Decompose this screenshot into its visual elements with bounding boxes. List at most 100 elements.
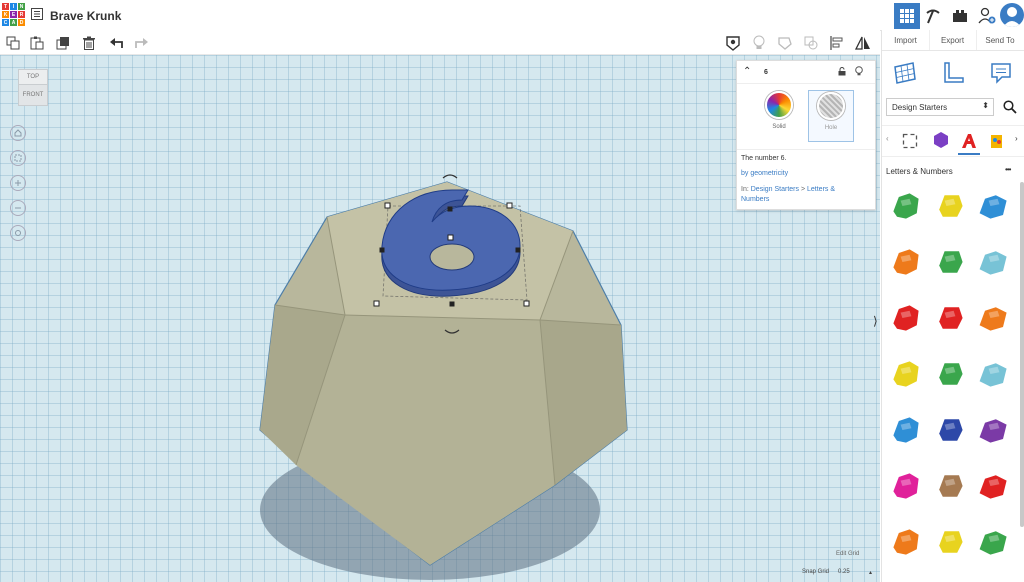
shape-tile[interactable] bbox=[974, 182, 1014, 230]
shape-tile[interactable] bbox=[974, 406, 1014, 454]
shape-tile[interactable] bbox=[974, 518, 1014, 566]
letter-p-icon bbox=[893, 473, 919, 499]
chevron-right-icon[interactable]: ⟩ bbox=[873, 314, 878, 328]
lock-icon[interactable] bbox=[838, 67, 846, 76]
snap-grid-select[interactable]: 0.25 ▴ bbox=[838, 567, 872, 577]
view-cube-top[interactable]: TOP bbox=[18, 69, 48, 85]
workplane-icon[interactable] bbox=[893, 61, 917, 85]
chevron-left-icon[interactable]: ‹ bbox=[886, 134, 889, 143]
shape-tile[interactable] bbox=[974, 294, 1014, 342]
ungroup-button[interactable] bbox=[801, 33, 821, 53]
hole-button[interactable]: Hole bbox=[808, 90, 854, 142]
shape-tile[interactable] bbox=[886, 518, 926, 566]
notes-button[interactable] bbox=[723, 33, 743, 53]
copy-button[interactable] bbox=[3, 33, 23, 53]
shape-tile[interactable] bbox=[974, 350, 1014, 398]
fit-view-button[interactable] bbox=[10, 150, 26, 166]
mirror-button[interactable] bbox=[853, 33, 873, 53]
logo-cell: I bbox=[10, 3, 17, 10]
light-button[interactable] bbox=[749, 33, 769, 53]
shape-tile[interactable] bbox=[930, 294, 970, 342]
edit-grid-link[interactable]: Edit Grid bbox=[836, 551, 859, 557]
letter-s-icon bbox=[893, 529, 919, 555]
chevron-up-icon[interactable]: ⌃ bbox=[743, 66, 751, 77]
cube-icon bbox=[15, 230, 21, 236]
logo-cell: R bbox=[18, 11, 25, 18]
ruler-icon[interactable] bbox=[941, 61, 965, 85]
snap-grid-value: 0.25 bbox=[838, 569, 850, 575]
shape-tile[interactable] bbox=[886, 182, 926, 230]
letter-e-icon bbox=[939, 251, 963, 273]
shape-tile[interactable] bbox=[886, 350, 926, 398]
path-letters-numbers-cont[interactable]: Numbers bbox=[741, 196, 769, 203]
updown-icon: ⬍ bbox=[982, 101, 989, 110]
home-icon bbox=[14, 129, 22, 137]
characters-icon[interactable] bbox=[989, 132, 1005, 150]
duplicate-icon bbox=[56, 37, 69, 50]
lightbulb-icon[interactable] bbox=[855, 66, 863, 76]
shape-tile[interactable] bbox=[930, 238, 970, 286]
shape-author-text[interactable]: by geometricity bbox=[741, 170, 788, 177]
export-button[interactable]: Export bbox=[929, 30, 977, 50]
undo-button[interactable] bbox=[106, 33, 126, 53]
hole-swatch-icon bbox=[817, 92, 845, 120]
shape-tile[interactable] bbox=[886, 406, 926, 454]
letter-h-icon bbox=[939, 307, 963, 329]
basic-shapes-icon[interactable] bbox=[902, 133, 918, 149]
delete-button[interactable] bbox=[79, 33, 99, 53]
design-title[interactable]: Brave Krunk bbox=[50, 9, 121, 23]
paste-button[interactable] bbox=[27, 33, 47, 53]
logo-cell: E bbox=[10, 11, 17, 18]
letter-u-icon bbox=[979, 531, 1007, 555]
chevron-right-icon[interactable]: › bbox=[1015, 134, 1018, 143]
shape-tile[interactable] bbox=[930, 350, 970, 398]
eye-shield-icon bbox=[726, 36, 740, 51]
letter-q-icon bbox=[939, 475, 963, 497]
more-options-icon[interactable]: ••• bbox=[1005, 165, 1011, 174]
view-cube[interactable]: TOP FRONT bbox=[18, 69, 48, 107]
search-icon[interactable] bbox=[1003, 100, 1017, 114]
path-letters-numbers[interactable]: Letters & bbox=[807, 186, 835, 193]
note-icon[interactable] bbox=[989, 61, 1013, 85]
solid-button[interactable]: Solid bbox=[757, 91, 801, 141]
perspective-button[interactable] bbox=[10, 225, 26, 241]
view-cube-front[interactable]: FRONT bbox=[18, 85, 48, 106]
shape-tile[interactable] bbox=[930, 518, 970, 566]
group-button[interactable] bbox=[775, 33, 795, 53]
shape-tile[interactable] bbox=[974, 238, 1014, 286]
shape-inspector: ⌃ 6 Solid Hole The number 6. by geometri… bbox=[736, 60, 876, 210]
align-button[interactable] bbox=[827, 33, 847, 53]
3d-view-button[interactable] bbox=[894, 3, 920, 29]
shape-tile[interactable] bbox=[886, 462, 926, 510]
home-view-button[interactable] bbox=[10, 125, 26, 141]
bricks-button[interactable] bbox=[947, 3, 973, 29]
blocks-button[interactable] bbox=[920, 3, 946, 29]
design-list-icon[interactable] bbox=[31, 8, 43, 20]
tinkercad-logo[interactable]: T I N K E R C A D bbox=[2, 3, 25, 26]
letter-f-icon bbox=[979, 251, 1007, 275]
avatar[interactable] bbox=[1000, 3, 1024, 27]
zoom-out-button[interactable] bbox=[10, 200, 26, 216]
hexagon-icon[interactable] bbox=[932, 131, 950, 149]
zoom-in-button[interactable] bbox=[10, 175, 26, 191]
shape-tile[interactable] bbox=[886, 294, 926, 342]
path-design-starters[interactable]: Design Starters bbox=[751, 186, 799, 193]
letter-a-icon bbox=[893, 193, 919, 219]
import-button[interactable]: Import bbox=[882, 30, 930, 50]
duplicate-button[interactable] bbox=[53, 33, 73, 53]
library-select[interactable]: Design Starters ⬍ bbox=[886, 98, 994, 116]
shape-path: In: Design Starters > Letters & Numbers bbox=[741, 185, 871, 205]
shape-tile[interactable] bbox=[930, 182, 970, 230]
share-button[interactable] bbox=[974, 3, 1000, 29]
send-to-button[interactable]: Send To bbox=[976, 30, 1024, 50]
shape-tile[interactable] bbox=[930, 406, 970, 454]
shape-name[interactable]: 6 bbox=[764, 69, 768, 76]
letter-c-icon bbox=[979, 195, 1007, 219]
redo-button[interactable] bbox=[132, 33, 152, 53]
rotate-handle-top[interactable] bbox=[442, 174, 458, 179]
shape-tile[interactable] bbox=[886, 238, 926, 286]
letters-category-tab[interactable] bbox=[958, 129, 980, 155]
panel-scrollbar[interactable] bbox=[1020, 182, 1024, 527]
shape-tile[interactable] bbox=[974, 462, 1014, 510]
shape-tile[interactable] bbox=[930, 462, 970, 510]
